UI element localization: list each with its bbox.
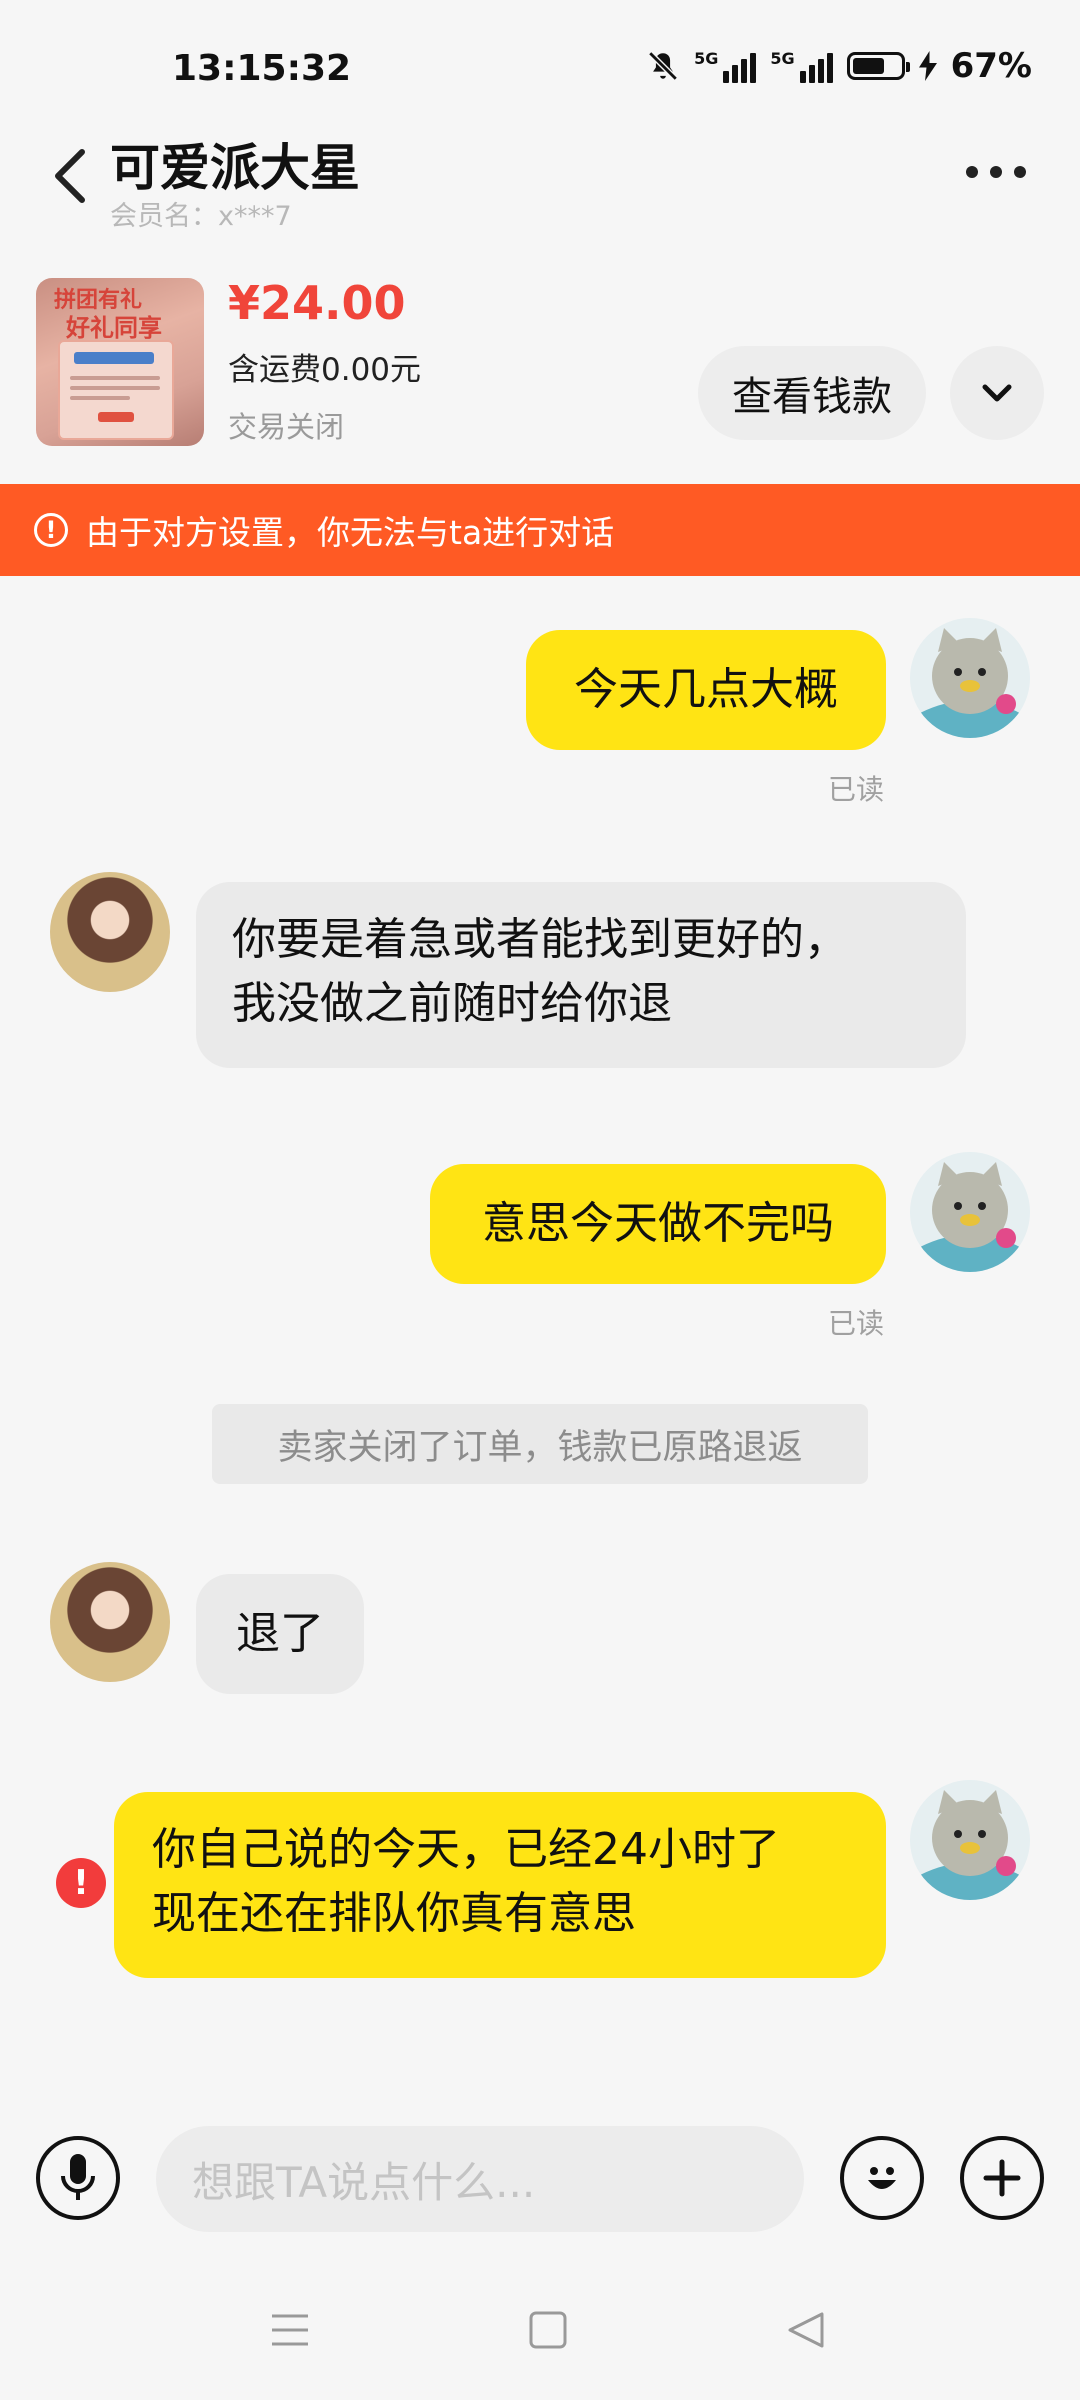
thumbnail-popup: [58, 340, 174, 440]
status-time: 13:15:32: [172, 48, 352, 89]
product-price: ¥24.00: [228, 276, 406, 330]
message-bubble-received[interactable]: 你要是着急或者能找到更好的， 我没做之前随时给你退: [196, 882, 966, 1068]
menu-nav-icon[interactable]: [270, 2310, 310, 2350]
my-avatar[interactable]: [910, 1780, 1030, 1900]
message-text-line: 你自己说的今天，已经24小时了: [152, 1824, 780, 1875]
warning-text: 由于对方设置，你无法与ta进行对话: [86, 513, 615, 552]
message-text-line: 我没做之前随时给你退: [232, 978, 672, 1029]
add-button[interactable]: [960, 2136, 1044, 2220]
chevron-down-icon: [982, 384, 1012, 402]
status-icons: 5G 5G 67%: [646, 46, 1032, 86]
home-nav-icon[interactable]: [528, 2310, 568, 2350]
signal-icon: 5G: [694, 49, 757, 83]
message-bubble-sent[interactable]: 你自己说的今天，已经24小时了 现在还在排队你真有意思: [114, 1792, 886, 1978]
my-avatar[interactable]: [910, 618, 1030, 738]
warning-banner: ! 由于对方设置，你无法与ta进行对话: [0, 484, 1080, 576]
message-input[interactable]: 想跟TA说点什么...: [156, 2126, 804, 2232]
member-name: 会员名：x***7: [110, 201, 292, 232]
message-text: 意思今天做不完吗: [482, 1198, 834, 1249]
read-receipt: 已读: [828, 1307, 885, 1340]
more-options-icon[interactable]: [966, 166, 1026, 178]
emoji-icon: [868, 2167, 896, 2189]
cat-avatar-icon: [910, 618, 1030, 738]
battery-percent: 67%: [950, 46, 1032, 86]
send-failed-icon[interactable]: !: [56, 1858, 106, 1908]
product-thumbnail[interactable]: 拼团有礼 好礼同享: [36, 278, 204, 446]
network-label: 5G: [770, 49, 795, 68]
chat-title: 可爱派大星: [110, 139, 360, 197]
message-text-line: 你要是着急或者能找到更好的，: [232, 914, 848, 965]
network-label: 5G: [694, 49, 719, 68]
back-arrow-icon[interactable]: [50, 146, 90, 206]
seller-avatar[interactable]: [50, 1562, 170, 1682]
cat-avatar-icon: [910, 1152, 1030, 1272]
expand-button[interactable]: [950, 346, 1044, 440]
message-text-line: 现在还在排队你真有意思: [152, 1888, 636, 1939]
message-bubble-sent[interactable]: 今天几点大概: [526, 630, 886, 750]
back-nav-icon[interactable]: [786, 2310, 826, 2350]
microphone-icon: [61, 2154, 95, 2200]
my-avatar[interactable]: [910, 1152, 1030, 1272]
battery-icon: [846, 52, 910, 80]
charging-bolt-icon: [918, 51, 937, 81]
shipping-info: 含运费0.00元: [228, 352, 422, 388]
alert-circle-icon: !: [34, 513, 68, 547]
voice-button[interactable]: [36, 2136, 120, 2220]
view-payment-button[interactable]: 查看钱款: [698, 346, 926, 440]
mute-bell-icon: [648, 51, 678, 81]
signal-icon: 5G: [770, 49, 833, 83]
read-receipt: 已读: [828, 773, 885, 806]
message-text: 今天几点大概: [574, 664, 838, 715]
trade-status: 交易关闭: [228, 410, 345, 444]
message-bubble-received[interactable]: 退了: [196, 1574, 364, 1694]
cat-avatar-icon: [910, 1780, 1030, 1900]
message-text: 退了: [236, 1608, 324, 1659]
message-bubble-sent[interactable]: 意思今天做不完吗: [430, 1164, 886, 1284]
thumbnail-text: 好礼同享: [66, 314, 162, 342]
emoji-button[interactable]: [840, 2136, 924, 2220]
system-message: 卖家关闭了订单，钱款已原路退返: [212, 1404, 868, 1484]
seller-avatar[interactable]: [50, 872, 170, 992]
input-placeholder: 想跟TA说点什么...: [192, 2157, 536, 2207]
plus-icon: [983, 2159, 1021, 2197]
